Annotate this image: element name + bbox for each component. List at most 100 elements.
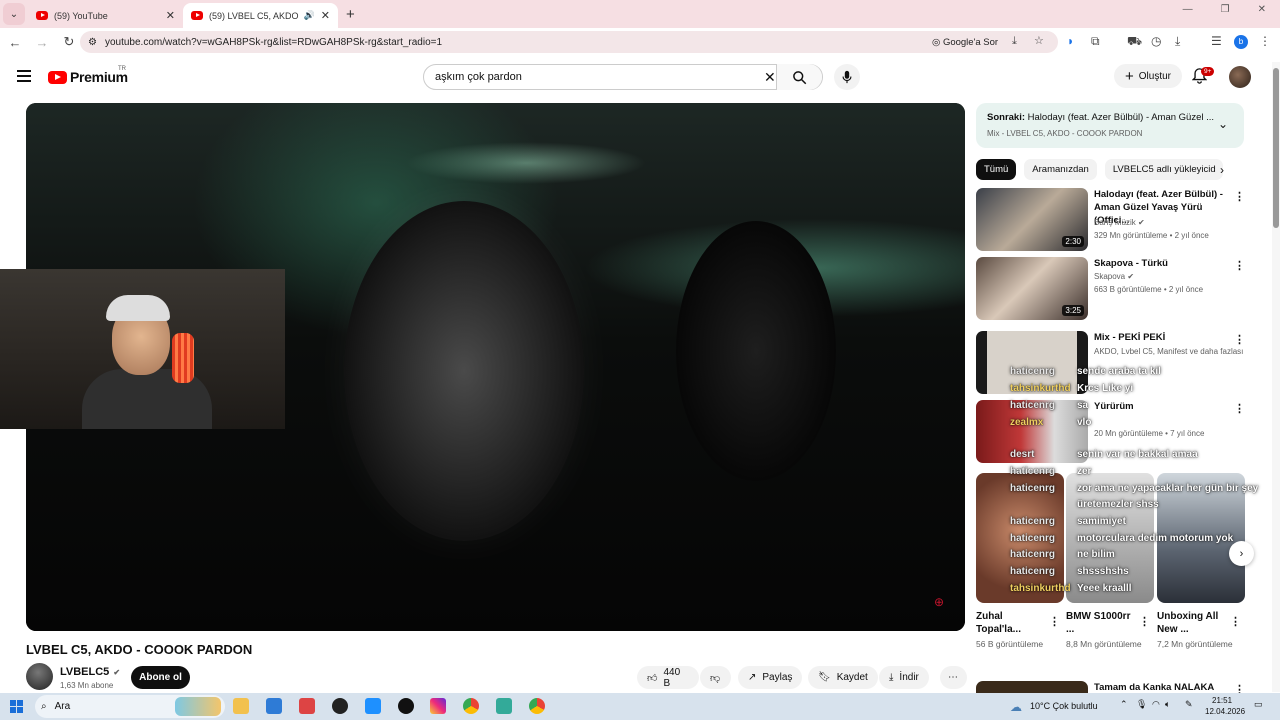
speaker-icon[interactable]: 🔊 — [304, 10, 315, 21]
account-avatar[interactable] — [1229, 66, 1251, 88]
up-next-panel[interactable]: Sonraki: Halodayı (feat. Azer Bülbül) - … — [976, 103, 1244, 148]
recommendation-item[interactable]: 2:30 Halodayı (feat. Azer Bülbül) - Aman… — [976, 188, 1256, 252]
weather-icon[interactable]: ☁ — [1010, 700, 1022, 714]
chevron-down-icon[interactable]: ⌄ — [1218, 117, 1228, 131]
channel-watermark-icon[interactable]: ⊕ — [934, 595, 944, 609]
channel-name[interactable]: LVBELC5 ✔ — [60, 666, 120, 678]
minimize-icon[interactable]: — — [1183, 4, 1193, 15]
share-button[interactable]: ↗ Paylaş — [738, 666, 803, 689]
history-icon[interactable]: ◷ — [1151, 34, 1161, 48]
video-thumbnail[interactable] — [976, 681, 1088, 693]
forward-icon[interactable]: → — [30, 35, 54, 50]
tab-search-button[interactable]: ⌄ — [3, 3, 25, 25]
address-bar[interactable]: ⚙ youtube.com/watch?v=wGAH8PSk-rg&list=R… — [80, 31, 1058, 53]
menu-dots-icon[interactable]: ⋮ — [1259, 34, 1271, 48]
save-button[interactable]: 🔖︎ Kaydet — [808, 666, 878, 689]
chip-from-search[interactable]: Aramanızdan — [1024, 159, 1097, 180]
more-vert-icon[interactable]: ⋮ — [1234, 259, 1245, 272]
search-button[interactable] — [776, 64, 822, 90]
notifications-icon[interactable]: ▭ — [1254, 699, 1263, 710]
tab-current-video[interactable]: (59) LVBEL C5, AKDO - COOOK PARDON 🔊 ✕ — [183, 3, 338, 28]
thumbs-up-icon: 👍︎ — [647, 672, 658, 684]
clear-search-icon[interactable]: ✕ — [764, 69, 776, 86]
chevron-right-icon[interactable]: › — [1220, 163, 1224, 177]
download-button[interactable]: ⤓ İndir — [879, 666, 929, 689]
app-circle-icon[interactable] — [332, 698, 348, 714]
voice-search-button[interactable] — [834, 64, 860, 90]
app-board-icon[interactable] — [496, 698, 512, 714]
profile-avatar[interactable]: b — [1234, 35, 1248, 49]
search-input[interactable]: aşkım çok pardon ✕ — [423, 64, 823, 90]
more-vert-icon[interactable]: ⋮ — [1234, 683, 1245, 693]
youtube-favicon-icon — [191, 11, 203, 20]
chrome-icon[interactable] — [463, 698, 479, 714]
back-icon[interactable]: ← — [3, 35, 27, 50]
more-vert-icon[interactable]: ⋮ — [1234, 402, 1245, 415]
hamburger-menu-icon[interactable] — [17, 70, 31, 82]
browser-toolbar: ← → ↻ ⚙ youtube.com/watch?v=wGAH8PSk-rg&… — [0, 28, 1280, 56]
more-vert-icon[interactable]: ⋮ — [1234, 190, 1245, 203]
recommendation-title[interactable]: Skapova - Türkü — [1094, 257, 1224, 270]
volume-icon[interactable]: 🔈︎ — [1165, 699, 1170, 710]
close-icon[interactable]: ✕ — [166, 9, 175, 22]
recommendation-title[interactable]: Yürürüm — [1094, 400, 1224, 413]
short-title[interactable]: Unboxing All New ... — [1157, 610, 1227, 636]
extensions-puzzle-icon[interactable]: ⧉ — [1091, 34, 1100, 49]
create-button[interactable]: + Oluştur — [1114, 64, 1182, 88]
recommendation-item[interactable]: 3:25 Skapova - Türkü Skapova ✔ 663 B gör… — [976, 257, 1256, 321]
chat-message: haticenrg shssshshs — [1010, 566, 1129, 577]
like-button[interactable]: 👍︎ 440 B — [637, 666, 699, 689]
more-vert-icon[interactable]: ⋮ — [1234, 333, 1245, 346]
restore-icon[interactable]: ❐ — [1221, 4, 1230, 15]
mic-tray-icon[interactable]: 🎙︎ — [1136, 699, 1147, 710]
tray-expand-icon[interactable]: ⌃ — [1120, 699, 1128, 710]
more-vert-icon[interactable]: ⋮ — [1049, 615, 1060, 628]
wifi-icon[interactable]: ◠ — [1152, 699, 1160, 710]
google-ask-button[interactable]: ◎ Google'a Sor — [932, 37, 998, 48]
record-icon[interactable] — [398, 698, 414, 714]
dislike-button[interactable]: 👎︎ — [700, 666, 731, 689]
install-icon[interactable]: ⤓ — [1012, 35, 1017, 48]
tab-youtube-home[interactable]: (59) YouTube ✕ — [28, 3, 183, 28]
bookmark-icon: 🔖︎ — [818, 672, 831, 683]
taskbar-search[interactable]: ⌕ Ara — [35, 695, 225, 718]
store-icon[interactable] — [299, 698, 315, 714]
clock-time[interactable]: 21:51 — [1212, 696, 1232, 705]
instagram-icon[interactable] — [430, 698, 446, 714]
clock-date[interactable]: 12.04.2026 — [1205, 707, 1245, 716]
download-icon[interactable]: ⤓ — [1175, 34, 1180, 49]
recommendation-title[interactable]: Mix - PEKİ PEKİ — [1094, 331, 1224, 344]
new-tab-button[interactable]: + — [346, 6, 355, 23]
close-icon[interactable]: ✕ — [321, 9, 330, 22]
reload-icon[interactable]: ↻ — [57, 34, 81, 50]
more-vert-icon[interactable]: ⋮ — [1139, 615, 1150, 628]
car-icon[interactable]: ⛟ — [1127, 34, 1142, 50]
youtube-premium-logo[interactable]: Premium TR — [48, 66, 128, 85]
scrollbar-thumb[interactable] — [1273, 68, 1279, 228]
chip-uploader[interactable]: LVBELC5 adlı yükleyicid — [1104, 159, 1223, 180]
page-scrollbar[interactable] — [1272, 62, 1280, 692]
short-title[interactable]: BMW S1000rr ... — [1066, 610, 1136, 636]
windows-start-icon[interactable] — [10, 700, 23, 713]
weather-text[interactable]: 10°C Çok bulutlu — [1030, 701, 1098, 711]
video-thumbnail[interactable]: 2:30 — [976, 188, 1088, 251]
recommendation-item[interactable]: Tamam da Kanka NALAKA ⋮ — [976, 681, 1256, 693]
pen-icon[interactable]: ✎ — [1185, 699, 1193, 710]
mail-icon[interactable] — [266, 698, 282, 714]
bookmark-star-icon[interactable]: ☆ — [1034, 34, 1044, 47]
close-window-icon[interactable]: ✕ — [1258, 4, 1266, 15]
more-vert-icon[interactable]: ⋮ — [1230, 615, 1241, 628]
file-explorer-icon[interactable] — [233, 698, 249, 714]
app-sync-icon[interactable] — [365, 698, 381, 714]
chip-all[interactable]: Tümü — [976, 159, 1017, 180]
media-list-icon[interactable]: ☰ — [1211, 34, 1222, 48]
more-actions-button[interactable]: ⋯ — [940, 666, 967, 689]
channel-avatar[interactable] — [26, 663, 53, 690]
subscribe-button[interactable]: Abone ol — [131, 666, 190, 689]
site-info-icon[interactable]: ⚙ — [88, 37, 97, 48]
recommendation-title[interactable]: Tamam da Kanka NALAKA — [1094, 681, 1224, 693]
video-thumbnail[interactable]: 3:25 — [976, 257, 1088, 320]
short-title[interactable]: Zuhal Topal'la... — [976, 610, 1046, 636]
extension-icon[interactable]: ◗ — [1067, 34, 1074, 48]
chrome-profile-icon[interactable] — [529, 698, 545, 714]
